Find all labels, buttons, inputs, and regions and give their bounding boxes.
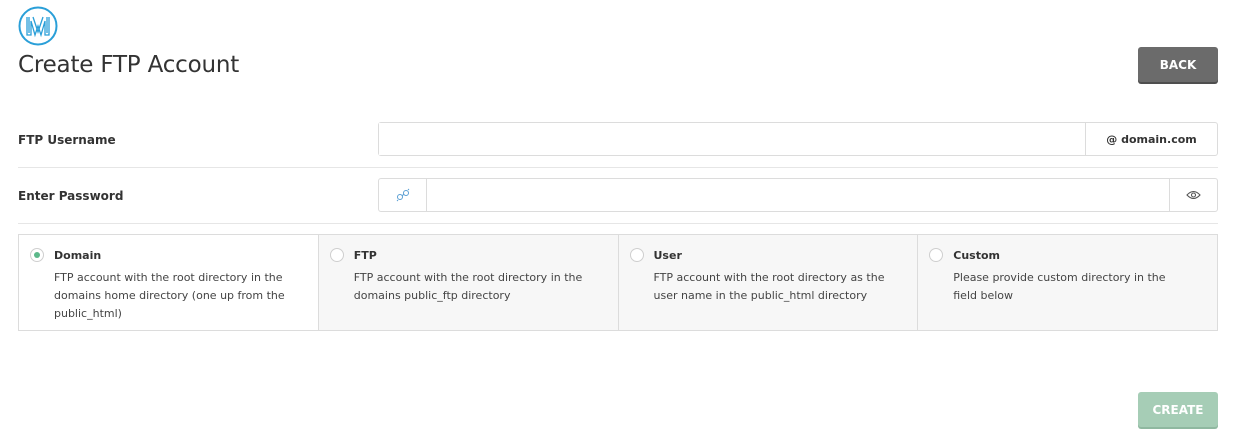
radio-domain[interactable] <box>30 248 44 262</box>
radio-user[interactable] <box>629 248 644 262</box>
option-ftp[interactable]: FTP FTP account with the root directory … <box>317 235 618 330</box>
option-title: Custom <box>953 249 1000 262</box>
radio-custom[interactable] <box>929 248 944 262</box>
option-title: FTP <box>353 249 377 262</box>
directory-options: Domain FTP account with the root directo… <box>18 234 1218 331</box>
create-button[interactable]: CREATE <box>1138 392 1218 427</box>
domain-suffix: @ domain.com <box>1085 123 1217 155</box>
ftp-username-group: @ domain.com <box>378 122 1218 156</box>
generate-password-button[interactable] <box>379 179 427 211</box>
option-title: Domain <box>54 249 102 262</box>
toggle-password-visibility-button[interactable] <box>1169 179 1217 211</box>
row-divider <box>18 167 1218 168</box>
page-title: Create FTP Account <box>18 52 240 78</box>
option-description: FTP account with the root directory in t… <box>353 271 583 302</box>
option-user[interactable]: User FTP account with the root directory… <box>617 235 918 330</box>
row-divider <box>18 223 1218 224</box>
password-label: Enter Password <box>18 189 124 203</box>
brand-logo-icon <box>18 6 58 46</box>
option-description: FTP account with the root directory as t… <box>653 271 885 302</box>
eye-icon <box>1186 190 1201 200</box>
ftp-username-label: FTP Username <box>18 133 116 147</box>
radio-ftp[interactable] <box>329 248 344 262</box>
password-group <box>378 178 1218 212</box>
back-button[interactable]: BACK <box>1138 47 1218 82</box>
ftp-username-input[interactable] <box>379 123 1085 155</box>
option-description: Please provide custom directory in the f… <box>953 271 1166 302</box>
option-description: FTP account with the root directory in t… <box>54 271 285 320</box>
key-generate-icon <box>396 188 409 202</box>
option-domain[interactable]: Domain FTP account with the root directo… <box>19 235 318 330</box>
password-input[interactable] <box>427 179 1169 211</box>
option-title: User <box>653 249 682 262</box>
option-custom[interactable]: Custom Please provide custom directory i… <box>917 235 1217 330</box>
